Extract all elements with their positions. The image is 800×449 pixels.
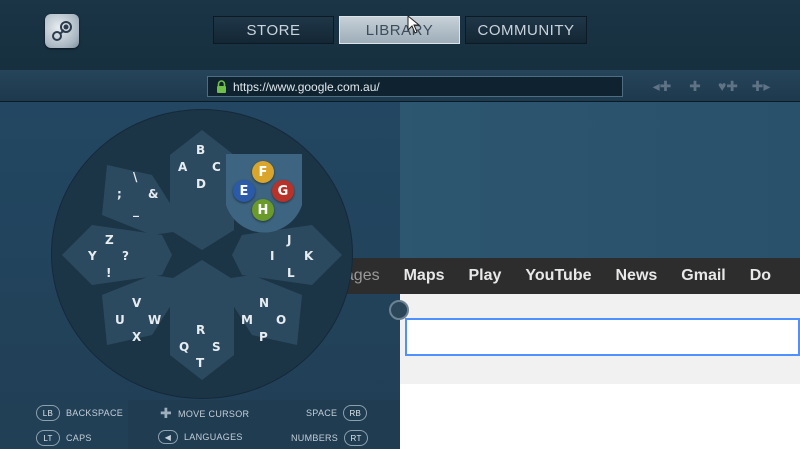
browser-nav-icons: ◂✚ ✚ ♥✚ ✚▸ <box>650 78 773 94</box>
steam-logo-icon[interactable] <box>45 14 79 48</box>
key-exclaim[interactable]: ! <box>106 266 111 280</box>
key-q[interactable]: Q <box>179 340 189 354</box>
key-b[interactable]: B <box>196 143 205 157</box>
button-g[interactable]: G <box>272 180 294 202</box>
cursor-target-icon <box>389 300 409 320</box>
hint-move-label: MOVE CURSOR <box>178 408 250 419</box>
google-nav-more[interactable]: Do <box>750 267 771 285</box>
hint-backspace-label: BACKSPACE <box>66 408 124 418</box>
key-c[interactable]: C <box>212 160 221 174</box>
key-ampersand[interactable]: & <box>148 187 158 201</box>
url-input[interactable]: https://www.google.com.au/ <box>207 76 623 97</box>
key-k[interactable]: K <box>304 249 313 263</box>
hint-backspace: LB BACKSPACE <box>30 405 123 421</box>
key-o[interactable]: O <box>276 313 286 327</box>
lb-button-icon: LB <box>36 405 60 421</box>
key-m[interactable]: M <box>241 313 253 327</box>
lock-icon <box>216 80 227 93</box>
key-v[interactable]: V <box>132 296 141 310</box>
google-nav-bar: nages Maps Play YouTube News Gmail Do <box>330 258 800 294</box>
button-h[interactable]: H <box>252 199 274 221</box>
key-x[interactable]: X <box>132 330 141 344</box>
hint-space-label: SPACE <box>306 408 338 418</box>
button-e[interactable]: E <box>233 180 255 202</box>
left-stick-icon: ◀ <box>158 430 178 444</box>
key-underscore[interactable]: _ <box>133 203 139 217</box>
key-semicolon[interactable]: ; <box>117 187 122 201</box>
rb-button-icon: RB <box>343 405 368 421</box>
hint-languages: ◀ LANGUAGES <box>158 430 243 444</box>
hint-caps: LT CAPS <box>30 430 92 446</box>
key-w[interactable]: W <box>148 313 161 327</box>
key-l[interactable]: L <box>287 266 295 280</box>
google-nav-play[interactable]: Play <box>469 267 502 285</box>
key-backslash[interactable]: \ <box>133 170 137 184</box>
hint-caps-label: CAPS <box>66 433 92 443</box>
key-z[interactable]: Z <box>105 233 114 247</box>
key-s[interactable]: S <box>212 340 221 354</box>
key-a[interactable]: A <box>178 160 187 174</box>
key-t[interactable]: T <box>196 356 204 370</box>
tab-library[interactable]: LIBRARY <box>339 16 460 44</box>
google-nav-youtube[interactable]: YouTube <box>525 267 591 285</box>
back-icon[interactable]: ◂✚ <box>650 78 674 94</box>
button-f[interactable]: F <box>252 161 274 183</box>
tab-store[interactable]: STORE <box>213 16 334 44</box>
google-nav-gmail[interactable]: Gmail <box>681 267 725 285</box>
hint-numbers-label: NUMBERS <box>291 433 339 443</box>
bookmarks-icon[interactable]: ✚ <box>683 78 707 94</box>
url-text: https://www.google.com.au/ <box>233 79 380 94</box>
google-page-body <box>400 384 800 449</box>
key-r[interactable]: R <box>196 323 205 337</box>
key-d[interactable]: D <box>196 177 206 191</box>
key-n[interactable]: N <box>259 296 269 310</box>
key-p[interactable]: P <box>259 330 268 344</box>
key-u[interactable]: U <box>115 313 125 327</box>
hint-space: SPACE RB <box>306 405 373 421</box>
key-j[interactable]: J <box>287 233 291 247</box>
hint-languages-label: LANGUAGES <box>184 432 243 442</box>
hint-numbers: NUMBERS RT <box>291 430 374 446</box>
rt-button-icon: RT <box>344 430 369 446</box>
key-question[interactable]: ? <box>122 249 129 263</box>
hint-move-cursor: ✚ MOVE CURSOR <box>160 405 249 422</box>
google-nav-maps[interactable]: Maps <box>404 267 445 285</box>
key-i[interactable]: I <box>270 249 274 263</box>
key-y[interactable]: Y <box>88 249 97 263</box>
favorite-icon[interactable]: ♥✚ <box>716 78 740 94</box>
mouse-cursor-icon <box>407 15 421 34</box>
forward-icon[interactable]: ✚▸ <box>749 78 773 94</box>
lt-button-icon: LT <box>36 430 60 446</box>
tab-community[interactable]: COMMUNITY <box>465 16 587 44</box>
google-search-input[interactable] <box>405 318 800 356</box>
google-nav-news[interactable]: News <box>615 267 657 285</box>
dpad-icon: ✚ <box>160 405 173 421</box>
